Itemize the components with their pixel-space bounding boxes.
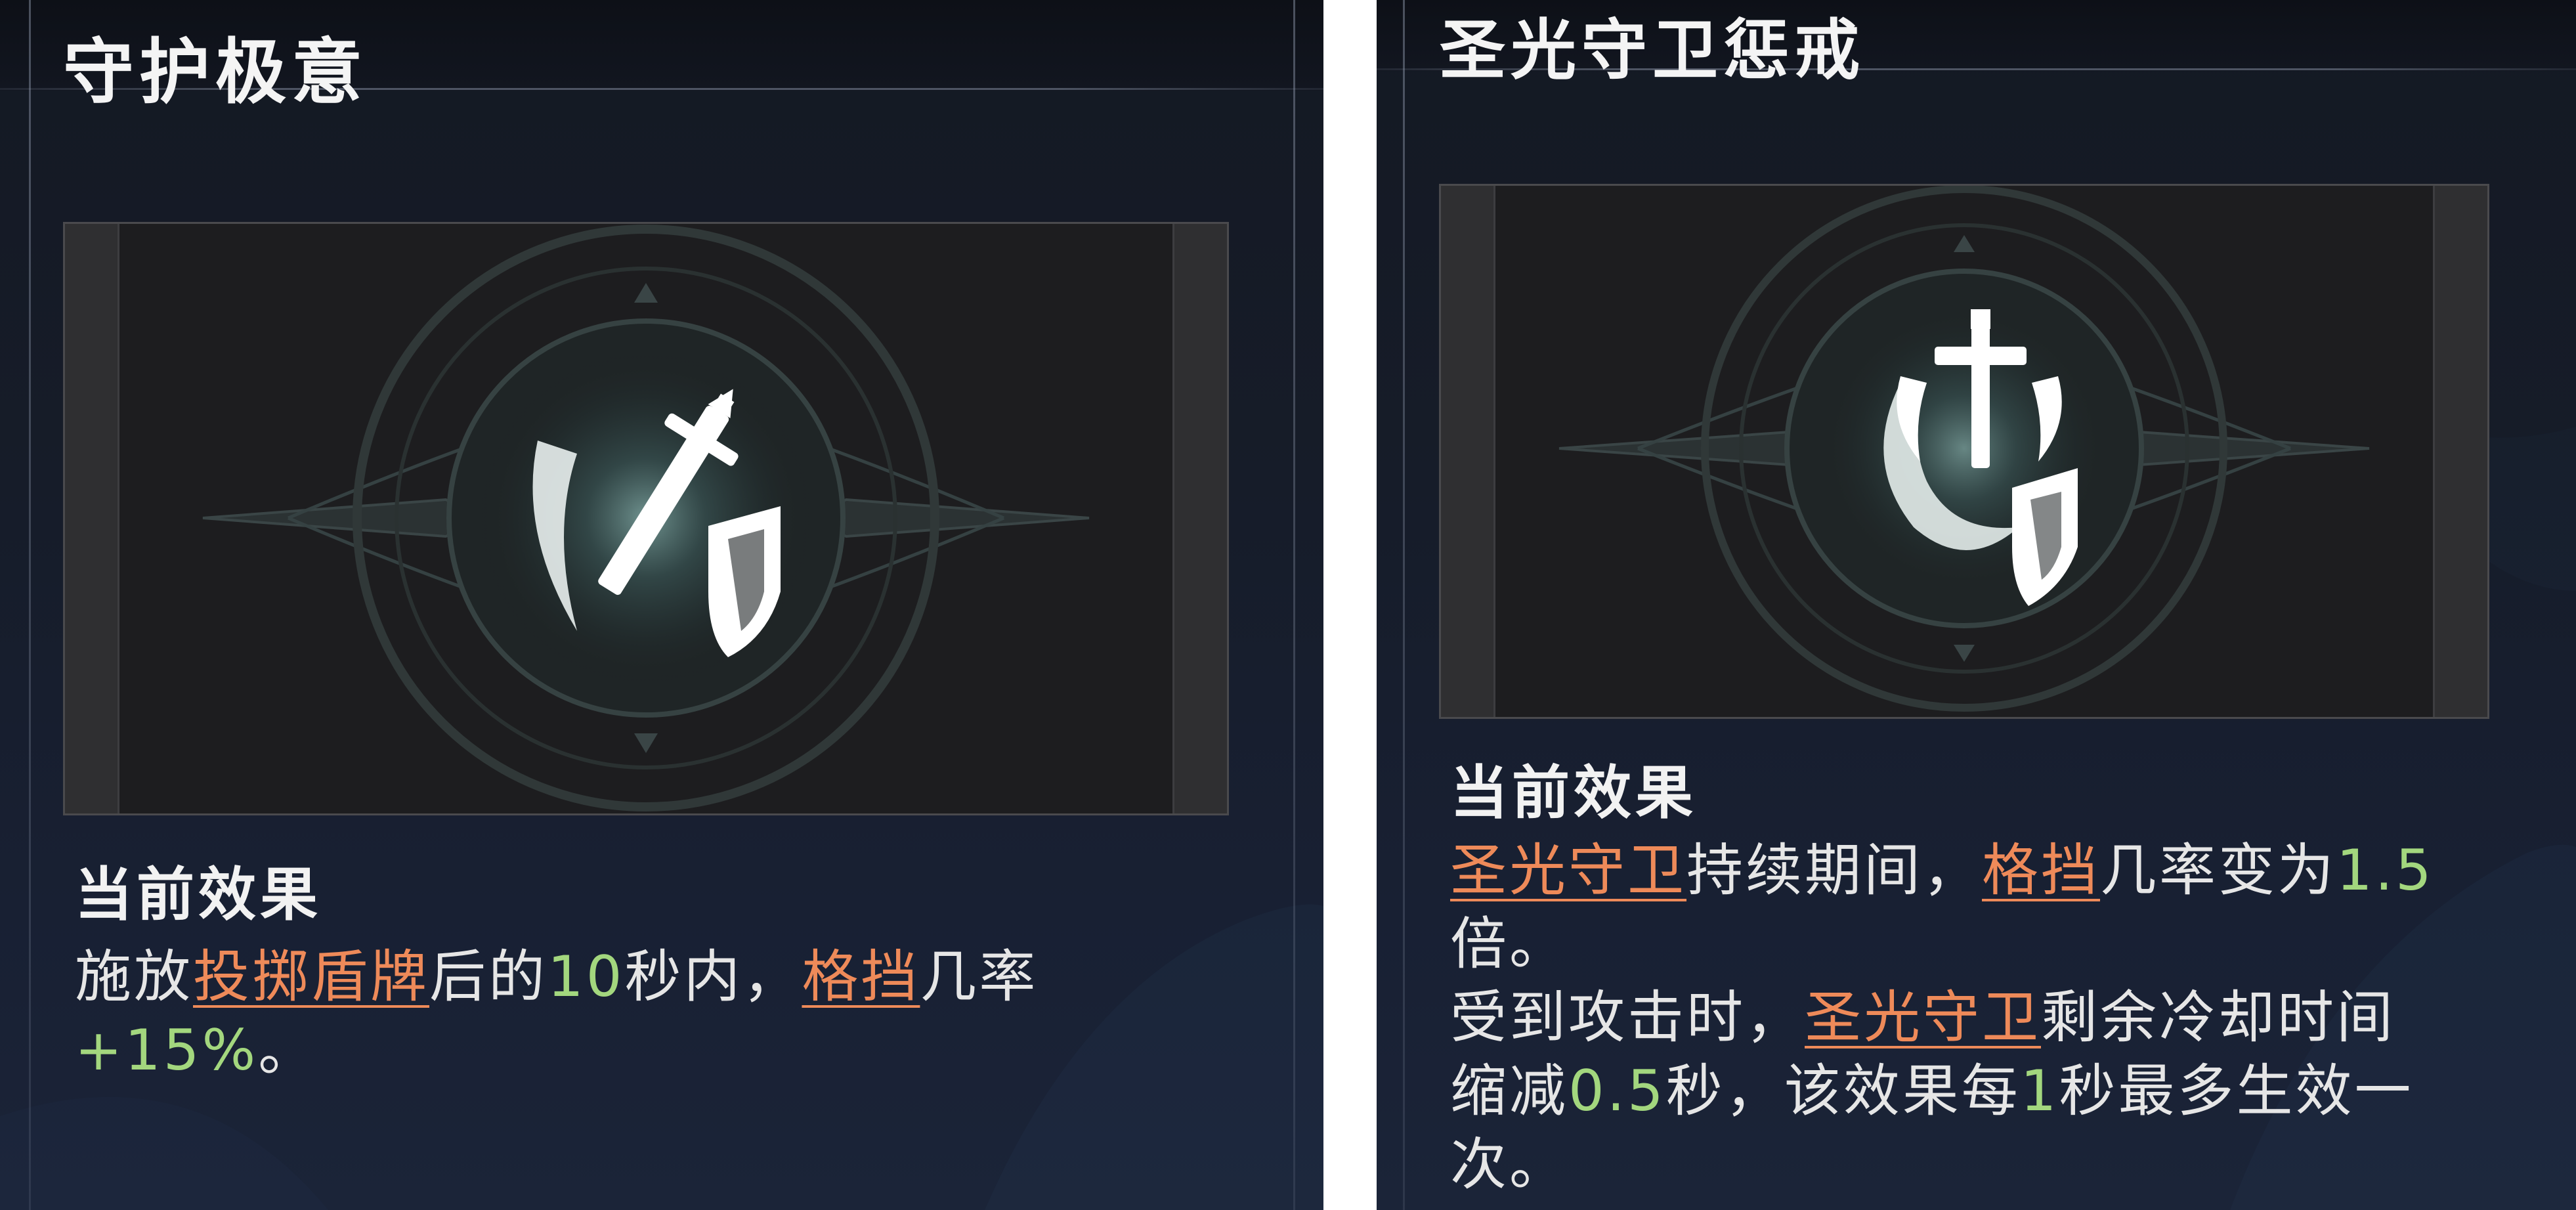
- talent-image-frame: [1439, 184, 2489, 719]
- effect-text: 持续期间，: [1686, 838, 1982, 903]
- effect-text: 次。: [1450, 1132, 1568, 1198]
- effect-text: 后的: [429, 944, 547, 1010]
- effect-text: 秒，该效果每: [1665, 1058, 2021, 1124]
- effect-line: 受到攻击时，圣光守卫剩余冷却时间: [1450, 981, 2501, 1054]
- numeric-value: 1: [2020, 1058, 2059, 1124]
- frame-side-bar-right: [1172, 224, 1227, 813]
- keyword-link[interactable]: 圣光守卫: [1450, 838, 1686, 903]
- effect-text: 几率: [920, 944, 1039, 1010]
- talent-card-left: 守护极意 当前效果 施放投掷盾牌后的10秒内，格挡几率 +15%。: [0, 0, 1323, 1210]
- frame-side-bar-right: [2433, 186, 2487, 717]
- frame-line-left: [29, 0, 31, 1210]
- effect-description: 施放投掷盾牌后的10秒内，格挡几率 +15%。: [75, 940, 1191, 1087]
- frame-line-right: [1293, 0, 1295, 1210]
- effect-line: 倍。: [1450, 907, 2501, 981]
- talent-title: 守护极意: [63, 32, 368, 114]
- talent-card-right: 圣光守卫惩戒 当前效果 圣光守卫持续期间，格挡几率变为1.5 倍。 受到攻击时，…: [1377, 0, 2576, 1210]
- effect-description: 圣光守卫持续期间，格挡几率变为1.5 倍。 受到攻击时，圣光守卫剩余冷却时间 缩减0.…: [1450, 834, 2501, 1201]
- effect-text: 。: [258, 1018, 318, 1083]
- frame-side-bar-left: [1441, 186, 1495, 717]
- numeric-value: 10: [547, 944, 625, 1010]
- talent-title: 圣光守卫惩戒: [1440, 12, 1865, 89]
- effect-text: 秒最多生效一: [2059, 1058, 2414, 1124]
- keyword-link[interactable]: 格挡: [802, 944, 920, 1010]
- keyword-link[interactable]: 格挡: [1982, 838, 2100, 903]
- keyword-link[interactable]: 圣光守卫: [1805, 985, 2041, 1050]
- frame-line-left: [1403, 0, 1405, 1210]
- numeric-value: 0.5: [1568, 1058, 1666, 1124]
- effect-text: 施放: [75, 944, 193, 1010]
- effect-heading: 当前效果: [75, 861, 322, 928]
- talent-emblem: [118, 224, 1174, 813]
- effect-text: 秒内，: [624, 944, 802, 1010]
- frame-side-bar-left: [65, 224, 119, 813]
- effect-heading: 当前效果: [1450, 759, 1698, 827]
- keyword-link[interactable]: 投掷盾牌: [193, 944, 429, 1010]
- effect-line: +15%。: [75, 1014, 1191, 1087]
- effect-line: 次。: [1450, 1128, 2501, 1201]
- effect-text: 缩减: [1450, 1058, 1568, 1124]
- talent-emblem: [1493, 186, 2435, 717]
- effect-line: 施放投掷盾牌后的10秒内，格挡几率: [75, 940, 1191, 1014]
- numeric-value: 1.5: [2336, 838, 2434, 903]
- effect-text: 几率变为: [2100, 838, 2336, 903]
- numeric-value: +15%: [75, 1018, 259, 1083]
- effect-line: 圣光守卫持续期间，格挡几率变为1.5: [1450, 834, 2501, 907]
- effect-text: 剩余冷却时间: [2041, 985, 2395, 1050]
- effect-text: 受到攻击时，: [1450, 985, 1805, 1050]
- talent-image-frame: [63, 222, 1229, 815]
- effect-text: 倍。: [1450, 911, 1568, 977]
- effect-line: 缩减0.5秒，该效果每1秒最多生效一: [1450, 1054, 2501, 1128]
